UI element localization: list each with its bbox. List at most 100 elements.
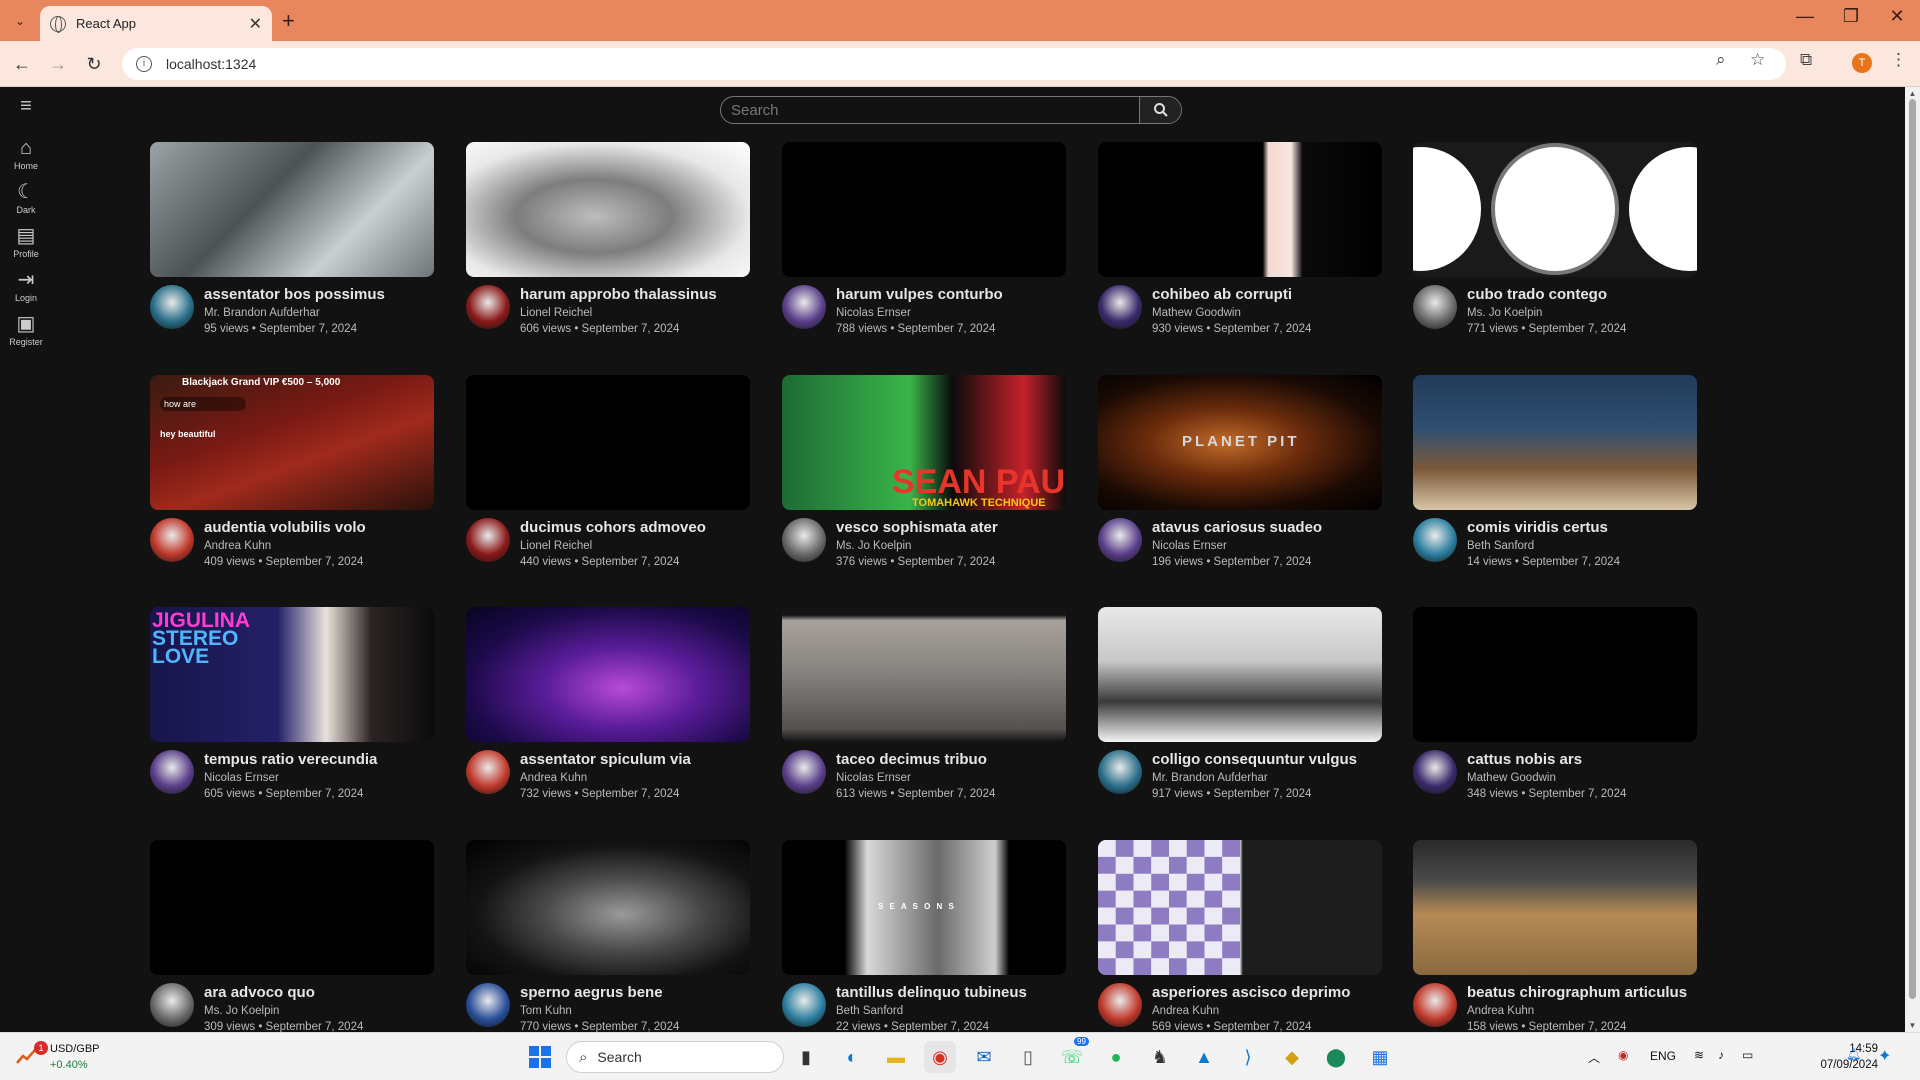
- chess-app-icon[interactable]: ♞: [1144, 1041, 1176, 1073]
- video-card[interactable]: comis viridis certus Beth Sanford 14 views…: [1413, 375, 1697, 580]
- video-card[interactable]: assentator bos possimus Mr. Brandon Aufde…: [150, 142, 434, 347]
- video-title[interactable]: ara advoco quo: [204, 984, 315, 1001]
- video-card[interactable]: ara advoco quo Ms. Jo Koelpin 309 views • …: [150, 840, 434, 1032]
- windows-start-icon[interactable]: [524, 1041, 556, 1073]
- video-thumbnail[interactable]: Blackjack Grand VIP €500 – 5,000 how are h…: [150, 375, 434, 510]
- video-thumbnail[interactable]: JIGULINA STEREO LOVE: [150, 607, 434, 742]
- video-title[interactable]: taceo decimus tribuo: [836, 751, 987, 768]
- notepad-icon[interactable]: ▯: [1012, 1041, 1044, 1073]
- whatsapp-icon[interactable]: ☏ 99: [1056, 1037, 1089, 1073]
- channel-avatar[interactable]: [466, 983, 510, 1027]
- video-card[interactable]: Blackjack Grand VIP €500 – 5,000 how are h…: [150, 375, 434, 580]
- sidebar-item-home[interactable]: ⌂ Home: [0, 137, 52, 171]
- git-icon[interactable]: ◆: [1276, 1041, 1308, 1073]
- video-title[interactable]: harum approbo thalassinus: [520, 286, 717, 303]
- zoom-icon[interactable]: ⌕: [1716, 50, 1726, 70]
- channel-avatar[interactable]: [1098, 750, 1142, 794]
- notification-bell-icon[interactable]: 🔔︎: [1846, 1047, 1861, 1061]
- sidebar-item-profile[interactable]: ▤ Profile: [0, 225, 52, 259]
- page-scrollbar[interactable]: ▲ ▼: [1905, 87, 1920, 1032]
- edge-browser-icon[interactable]: ◐: [836, 1041, 868, 1073]
- video-card[interactable]: JIGULINA STEREO LOVE tempus ratio verecundi…: [150, 607, 434, 812]
- video-author[interactable]: Andrea Kuhn: [520, 772, 587, 784]
- video-author[interactable]: Lionel Reichel: [520, 540, 592, 552]
- video-thumbnail[interactable]: [1098, 142, 1382, 277]
- video-author[interactable]: Nicolas Ernser: [204, 772, 279, 784]
- video-author[interactable]: Mr. Brandon Aufderhar: [1152, 772, 1268, 784]
- video-title[interactable]: comis viridis certus: [1467, 519, 1608, 536]
- video-author[interactable]: Andrea Kuhn: [204, 540, 271, 552]
- stock-ticker-widget[interactable]: 1 USD/GBP +0.40%: [14, 1041, 124, 1075]
- chrome-browser-icon[interactable]: ◉: [924, 1041, 956, 1073]
- channel-avatar[interactable]: [1098, 285, 1142, 329]
- video-author[interactable]: Beth Sanford: [1467, 540, 1534, 552]
- video-thumbnail[interactable]: [466, 142, 750, 277]
- video-title[interactable]: tantillus delinquo tubineus: [836, 984, 1027, 1001]
- sidebar-item-login[interactable]: ⇥ Login: [0, 269, 52, 303]
- video-author[interactable]: Andrea Kuhn: [1152, 1005, 1219, 1017]
- video-thumbnail[interactable]: [150, 840, 434, 975]
- app-store-icon[interactable]: ▲: [1188, 1041, 1220, 1073]
- video-card[interactable]: sperno aegrus bene Tom Kuhn 770 views • Se…: [466, 840, 750, 1032]
- video-card[interactable]: cubo trado contego Ms. Jo Koelpin 771 view…: [1413, 142, 1697, 347]
- video-card[interactable]: harum approbo thalassinus Lionel Reichel 6…: [466, 142, 750, 347]
- video-author[interactable]: Lionel Reichel: [520, 307, 592, 319]
- video-title[interactable]: colligo consequuntur vulgus: [1152, 751, 1357, 768]
- copilot-icon[interactable]: ✦: [1878, 1046, 1891, 1066]
- image-viewer-icon[interactable]: ▦: [1364, 1041, 1396, 1073]
- video-title[interactable]: audentia volubilis volo: [204, 519, 366, 536]
- video-author[interactable]: Tom Kuhn: [520, 1005, 572, 1017]
- channel-avatar[interactable]: [1413, 285, 1457, 329]
- sidebar-item-dark[interactable]: ☾ Dark: [0, 181, 52, 215]
- outlook-icon[interactable]: ✉: [968, 1041, 1000, 1073]
- video-thumbnail[interactable]: [466, 840, 750, 975]
- video-thumbnail[interactable]: [1098, 607, 1382, 742]
- video-card[interactable]: cattus nobis ars Mathew Goodwin 348 views …: [1413, 607, 1697, 812]
- address-bar[interactable]: i localhost:1324: [122, 48, 1786, 80]
- video-card[interactable]: colligo consequuntur vulgus Mr. Brandon A…: [1098, 607, 1382, 812]
- video-author[interactable]: Mathew Goodwin: [1152, 307, 1241, 319]
- video-title[interactable]: ducimus cohors admoveo: [520, 519, 706, 536]
- sidebar-menu-button[interactable]: ≡: [0, 95, 52, 117]
- forward-arrow-icon[interactable]: →: [44, 50, 72, 78]
- scrollbar-thumb[interactable]: [1909, 99, 1916, 999]
- wifi-icon[interactable]: ≋: [1694, 1048, 1704, 1062]
- video-author[interactable]: Beth Sanford: [836, 1005, 903, 1017]
- video-card[interactable]: SEAN PAULTOMAHAWK TECHNIQUEvesco sophism…: [782, 375, 1066, 580]
- spotify-icon[interactable]: ●: [1100, 1041, 1132, 1073]
- video-thumbnail[interactable]: [1098, 840, 1382, 975]
- video-author[interactable]: Andrea Kuhn: [1467, 1005, 1534, 1017]
- video-author[interactable]: Mr. Brandon Aufderhar: [204, 307, 320, 319]
- sidebar-item-register[interactable]: ▣ Register: [0, 313, 52, 347]
- channel-avatar[interactable]: [1413, 983, 1457, 1027]
- channel-avatar[interactable]: [150, 285, 194, 329]
- video-author[interactable]: Nicolas Ernser: [836, 307, 911, 319]
- video-title[interactable]: cattus nobis ars: [1467, 751, 1582, 768]
- language-indicator[interactable]: ENG: [1650, 1049, 1676, 1063]
- channel-avatar[interactable]: [1098, 518, 1142, 562]
- video-card[interactable]: S E A S O N S tantillus delinquo tubineus…: [782, 840, 1066, 1032]
- video-author[interactable]: Mathew Goodwin: [1467, 772, 1556, 784]
- channel-avatar[interactable]: [466, 518, 510, 562]
- video-thumbnail[interactable]: [782, 142, 1066, 277]
- video-title[interactable]: sperno aegrus bene: [520, 984, 663, 1001]
- vscode-icon[interactable]: ⟩: [1232, 1041, 1264, 1073]
- video-card[interactable]: beatus chirographum articulus Andrea Kuhn…: [1413, 840, 1697, 1032]
- video-title[interactable]: cohibeo ab corrupti: [1152, 286, 1292, 303]
- channel-avatar[interactable]: [150, 983, 194, 1027]
- channel-avatar[interactable]: [782, 983, 826, 1027]
- close-window-button[interactable]: ✕: [1874, 6, 1920, 27]
- system-clock[interactable]: 14:59 07/09/2024: [1806, 1041, 1878, 1073]
- video-thumbnail[interactable]: [466, 607, 750, 742]
- security-icon[interactable]: ◉: [1618, 1048, 1628, 1062]
- video-thumbnail[interactable]: [1413, 607, 1697, 742]
- channel-avatar[interactable]: [782, 518, 826, 562]
- video-title[interactable]: cubo trado contego: [1467, 286, 1607, 303]
- channel-avatar[interactable]: [150, 518, 194, 562]
- video-title[interactable]: assentator bos possimus: [204, 286, 385, 303]
- scroll-down-arrow-icon[interactable]: ▼: [1905, 1021, 1920, 1030]
- channel-avatar[interactable]: [466, 285, 510, 329]
- video-title[interactable]: harum vulpes conturbo: [836, 286, 1003, 303]
- video-thumbnail[interactable]: [1413, 375, 1697, 510]
- video-card[interactable]: assentator spiculum via Andrea Kuhn 732 vi…: [466, 607, 750, 812]
